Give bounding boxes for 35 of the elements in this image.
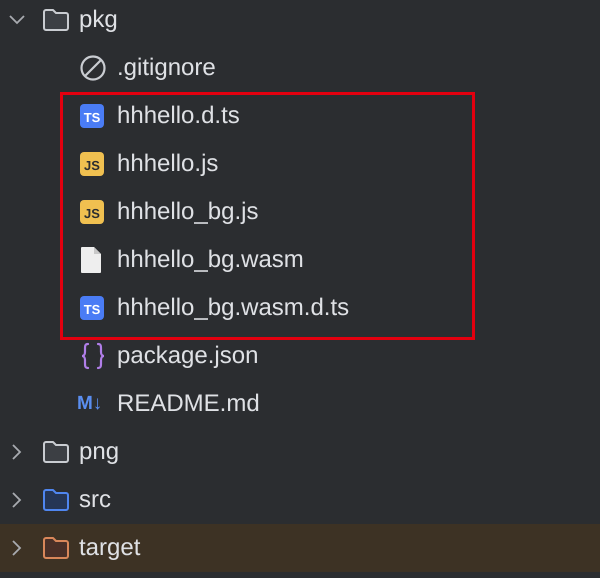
folder-row[interactable]: png: [0, 428, 600, 476]
file-row[interactable]: M↓ README.md: [0, 380, 600, 428]
typescript-file-icon: TS: [80, 296, 104, 320]
javascript-file-icon: JS: [80, 200, 104, 224]
ignore-file-icon: [80, 55, 106, 81]
file-row[interactable]: .gitignore: [0, 44, 600, 92]
file-row[interactable]: TS hhhello.d.ts: [0, 92, 600, 140]
folder-icon: [42, 440, 70, 464]
folder-name: pkg: [79, 6, 118, 34]
folder-name: src: [79, 486, 111, 514]
file-row[interactable]: JS hhhello.js: [0, 140, 600, 188]
folder-icon: [42, 536, 70, 560]
file-name: .gitignore: [117, 54, 216, 82]
file-name: hhhello.d.ts: [117, 102, 240, 130]
javascript-file-icon: JS: [80, 152, 104, 176]
folder-icon: [42, 8, 70, 32]
file-name: package.json: [117, 342, 258, 370]
folder-row[interactable]: pkg: [0, 0, 600, 44]
file-row[interactable]: hhhello_bg.wasm: [0, 236, 600, 284]
typescript-file-icon: TS: [80, 104, 104, 128]
folder-name: target: [79, 534, 140, 562]
markdown-file-icon: M↓: [77, 393, 102, 415]
file-icon: [80, 246, 102, 274]
file-row[interactable]: JS hhhello_bg.js: [0, 188, 600, 236]
file-name: hhhello_bg.wasm.d.ts: [117, 294, 350, 322]
folder-row[interactable]: src: [0, 476, 600, 524]
folder-icon: [42, 488, 70, 512]
file-name: hhhello_bg.wasm: [117, 246, 304, 274]
file-row[interactable]: TS hhhello_bg.wasm.d.ts: [0, 284, 600, 332]
file-name: README.md: [117, 390, 260, 418]
file-row[interactable]: package.json: [0, 332, 600, 380]
file-name: hhhello_bg.js: [117, 198, 258, 226]
file-name: hhhello.js: [117, 150, 218, 178]
braces-icon: [80, 342, 106, 370]
folder-name: png: [79, 438, 120, 466]
